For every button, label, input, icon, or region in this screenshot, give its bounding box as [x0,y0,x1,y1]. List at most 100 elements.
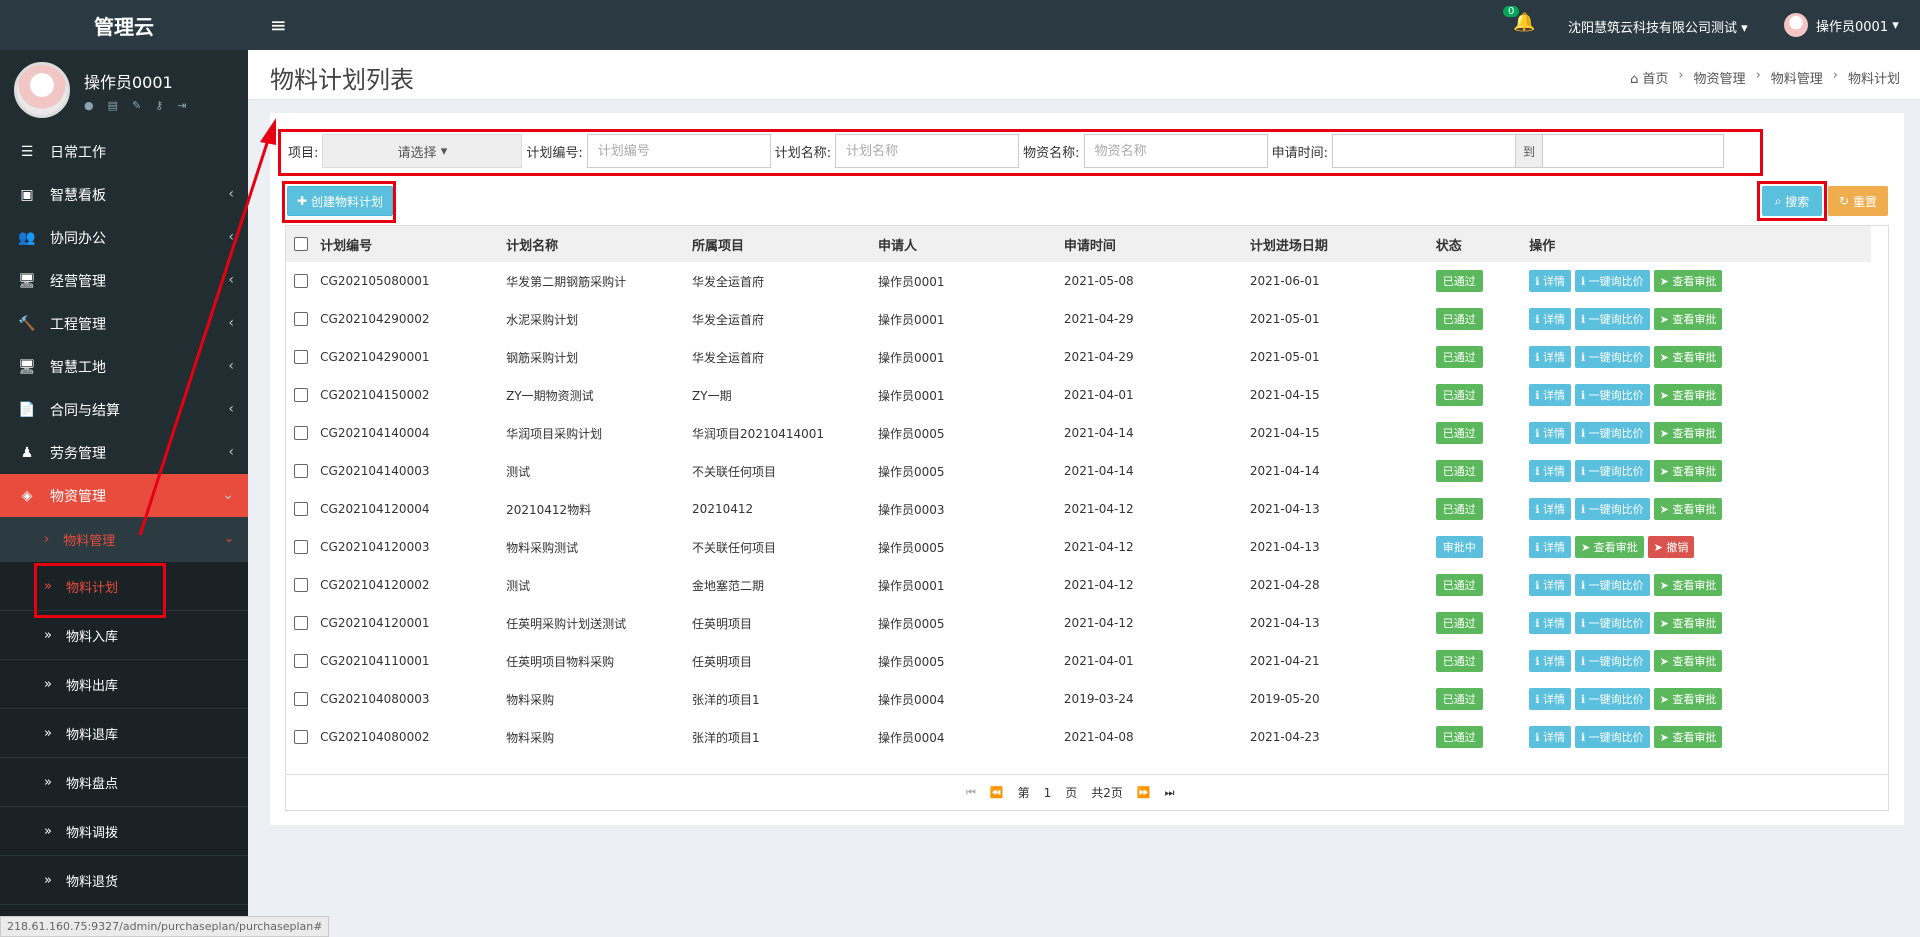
subitem-label: 物料盘点 [65,776,118,792]
row-checkbox[interactable] [294,350,308,365]
view-approval-button[interactable]: ➤ 查看审批 [1653,384,1723,406]
compare-price-button[interactable]: ℹ 一键询比价 [1574,346,1650,368]
create-plan-button[interactable]: ✚ 创建物料计划 [287,186,393,216]
view-approval-button[interactable]: ➤ 查看审批 [1653,270,1723,292]
sidebar-subitem[interactable]: » 物料盘点 [0,758,248,807]
sidebar-item[interactable]: ◈ 物资管理 ⌄ [0,474,248,517]
detail-button[interactable]: ℹ 详情 [1529,536,1571,558]
sidebar-item[interactable]: ☰ 日常工作 [0,130,248,173]
notification-button[interactable]: 0 🔔 [1503,6,1535,33]
detail-button[interactable]: ℹ 详情 [1529,270,1571,292]
view-approval-button[interactable]: ➤ 查看审批 [1653,574,1723,596]
sidebar-item[interactable]: 🖥 智慧工地 ‹ [0,345,248,388]
detail-button[interactable]: ℹ 详情 [1529,346,1571,368]
hamburger-icon[interactable]: ≡ [270,13,287,37]
search-button[interactable]: ⌕ 搜索 [1762,186,1822,216]
plan-code-input[interactable] [586,134,771,168]
revoke-button[interactable]: ➤ 撤销 [1647,536,1695,558]
detail-button[interactable]: ℹ 详情 [1529,384,1571,406]
view-approval-button[interactable]: ➤ 查看审批 [1574,536,1644,558]
detail-button[interactable]: ℹ 详情 [1529,460,1571,482]
project-select[interactable]: 请选择 ▾ [322,134,523,168]
breadcrumb-item[interactable]: 物料管理 [1771,68,1823,87]
detail-button[interactable]: ℹ 详情 [1529,574,1571,596]
sidebar-subitem[interactable]: » 物料退库 [0,709,248,758]
sidebar-item[interactable]: ♟ 劳务管理 ‹ [0,431,248,474]
sidebar-subitem[interactable]: » 物料计划 [0,562,248,611]
user-icon[interactable]: ● [84,99,94,112]
info-icon: ℹ [1580,617,1586,630]
plan-name-input[interactable] [835,134,1020,168]
detail-button[interactable]: ℹ 详情 [1529,612,1571,634]
material-name-input[interactable] [1083,134,1268,168]
breadcrumb-item[interactable]: 物资管理 [1694,68,1746,87]
view-approval-button[interactable]: ➤ 查看审批 [1653,422,1723,444]
detail-button[interactable]: ℹ 详情 [1529,498,1571,520]
row-checkbox[interactable] [294,388,308,403]
first-page-icon[interactable]: ⏮ [966,786,976,800]
row-checkbox[interactable] [294,654,308,669]
brand-title[interactable]: 管理云 [0,0,248,50]
detail-button[interactable]: ℹ 详情 [1529,422,1571,444]
row-checkbox[interactable] [294,540,308,555]
view-approval-button[interactable]: ➤ 查看审批 [1653,726,1723,748]
prev-page-icon[interactable]: ⏪ [990,786,1004,799]
compare-price-button[interactable]: ℹ 一键询比价 [1574,498,1650,520]
detail-button[interactable]: ℹ 详情 [1529,650,1571,672]
compare-price-button[interactable]: ℹ 一键询比价 [1574,574,1650,596]
logout-icon[interactable]: ⇥ [177,99,186,112]
last-page-icon[interactable]: ⏭ [1165,786,1175,800]
view-approval-button[interactable]: ➤ 查看审批 [1653,460,1723,482]
view-approval-button[interactable]: ➤ 查看审批 [1653,688,1723,710]
view-approval-button[interactable]: ➤ 查看审批 [1653,650,1723,672]
end-date-input[interactable] [1541,134,1724,168]
row-checkbox[interactable] [294,274,308,289]
id-card-icon[interactable]: ▤ [108,99,118,112]
compare-price-button[interactable]: ℹ 一键询比价 [1574,650,1650,672]
row-checkbox[interactable] [294,312,308,327]
compare-price-button[interactable]: ℹ 一键询比价 [1574,612,1650,634]
sidebar-subitem[interactable]: » 物料入库 [0,611,248,660]
detail-button[interactable]: ℹ 详情 [1529,308,1571,330]
sidebar-subgroup-material-manage[interactable]: › 物料管理 ⌄ [0,517,248,562]
view-approval-button[interactable]: ➤ 查看审批 [1653,308,1723,330]
row-checkbox[interactable] [294,502,308,517]
row-checkbox[interactable] [294,426,308,441]
row-checkbox[interactable] [294,692,308,707]
breadcrumb-home[interactable]: ⌂ 首页 [1630,68,1668,87]
select-all-checkbox[interactable] [294,237,308,251]
compare-price-button[interactable]: ℹ 一键询比价 [1574,460,1650,482]
reset-button[interactable]: ↻ 重置 [1828,186,1888,216]
sidebar-subitem[interactable]: » 物料出库 [0,660,248,709]
detail-button[interactable]: ℹ 详情 [1529,726,1571,748]
sidebar-item[interactable]: 🖥 经营管理 ‹ [0,259,248,302]
view-approval-button[interactable]: ➤ 查看审批 [1653,346,1723,368]
edit-icon[interactable]: ✎ [132,99,141,112]
sidebar-subitem[interactable]: » 物料退货 [0,856,248,905]
sidebar-item[interactable]: 📄 合同与结算 ‹ [0,388,248,431]
key-icon[interactable]: ⚷ [155,99,163,112]
sidebar-item[interactable]: ▣ 智慧看板 ‹ [0,173,248,216]
compare-price-button[interactable]: ℹ 一键询比价 [1574,688,1650,710]
row-checkbox[interactable] [294,464,308,479]
avatar[interactable] [14,62,70,118]
view-approval-button[interactable]: ➤ 查看审批 [1653,612,1723,634]
company-dropdown[interactable]: 沈阳慧筑云科技有限公司测试 ▾ [1568,17,1748,36]
row-checkbox[interactable] [294,578,308,593]
sidebar-item[interactable]: 🔨 工程管理 ‹ [0,302,248,345]
next-page-icon[interactable]: ⏩ [1137,786,1151,799]
start-date-input[interactable] [1331,134,1516,168]
sidebar-subitem[interactable]: » 物料调拨 [0,807,248,856]
page-number[interactable]: 1 [1044,786,1052,800]
compare-price-button[interactable]: ℹ 一键询比价 [1574,308,1650,330]
compare-price-button[interactable]: ℹ 一键询比价 [1574,726,1650,748]
row-checkbox[interactable] [294,730,308,745]
compare-price-button[interactable]: ℹ 一键询比价 [1574,384,1650,406]
row-checkbox[interactable] [294,616,308,631]
view-approval-button[interactable]: ➤ 查看审批 [1653,498,1723,520]
user-dropdown[interactable]: 操作员0001 ▾ [1784,13,1899,37]
detail-button[interactable]: ℹ 详情 [1529,688,1571,710]
sidebar-item[interactable]: 👥 协同办公 ‹ [0,216,248,259]
compare-price-button[interactable]: ℹ 一键询比价 [1574,270,1650,292]
compare-price-button[interactable]: ℹ 一键询比价 [1574,422,1650,444]
